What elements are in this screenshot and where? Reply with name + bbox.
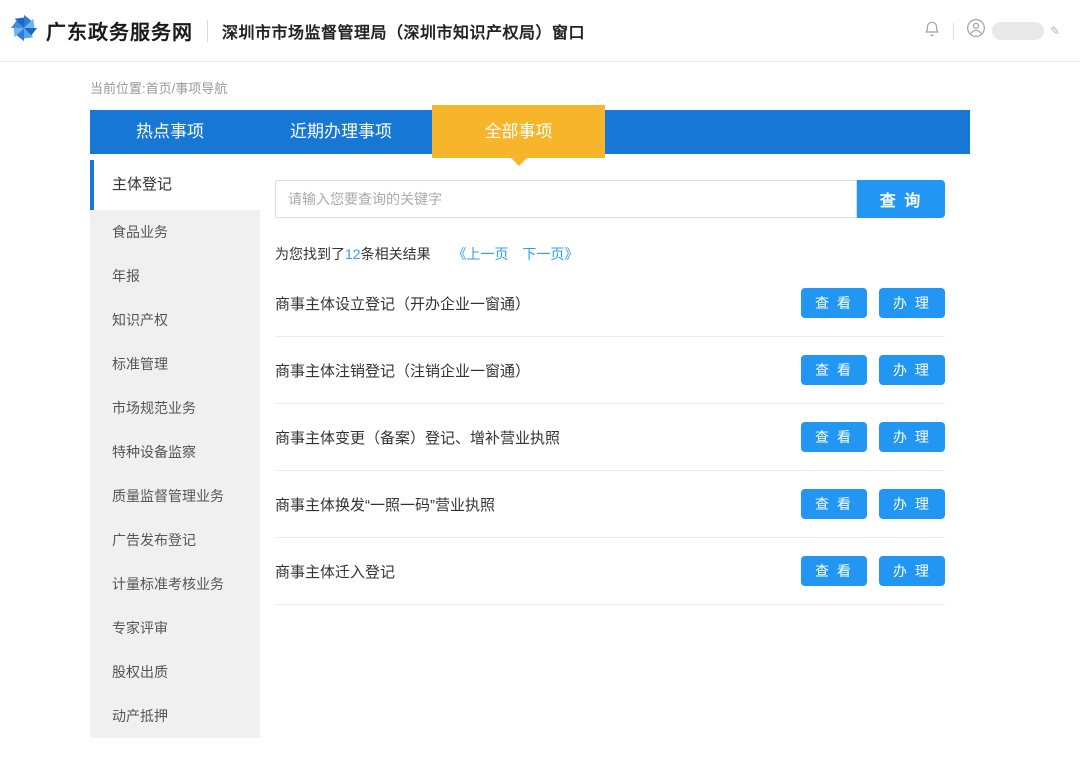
sidebar-item-standard-management[interactable]: 标准管理 xyxy=(90,342,260,386)
view-button[interactable]: 查 看 xyxy=(801,489,867,519)
result-actions: 查 看 办 理 xyxy=(801,422,945,452)
main-layout: 主体登记 食品业务 年报 知识产权 标准管理 市场规范业务 特种设备监察 质量监… xyxy=(90,160,970,738)
header-divider xyxy=(207,20,208,42)
result-actions: 查 看 办 理 xyxy=(801,556,945,586)
result-count: 12 xyxy=(345,246,361,262)
prev-page-link[interactable]: 《上一页 xyxy=(452,244,508,264)
header-separator xyxy=(953,23,954,39)
category-sidebar: 主体登记 食品业务 年报 知识产权 标准管理 市场规范业务 特种设备监察 质量监… xyxy=(90,160,260,738)
result-title: 商事主体换发“一照一码”营业执照 xyxy=(275,494,495,515)
search-input[interactable] xyxy=(275,180,857,218)
user-account-menu[interactable]: ✎ xyxy=(966,18,1060,43)
search-bar: 查 询 xyxy=(275,180,945,218)
result-title: 商事主体迁入登记 xyxy=(275,561,395,582)
result-row: 商事主体换发“一照一码”营业执照 查 看 办 理 xyxy=(275,471,945,538)
sidebar-item-metrology-assessment[interactable]: 计量标准考核业务 xyxy=(90,562,260,606)
sidebar-item-food-business[interactable]: 食品业务 xyxy=(90,210,260,254)
username-redacted xyxy=(992,22,1044,40)
header-actions: ✎ xyxy=(923,18,1060,43)
breadcrumb: 当前位置:首页/事项导航 xyxy=(90,78,1080,96)
sidebar-item-chattel-mortgage[interactable]: 动产抵押 xyxy=(90,694,260,738)
sidebar-item-ad-publishing[interactable]: 广告发布登记 xyxy=(90,518,260,562)
view-button[interactable]: 查 看 xyxy=(801,288,867,318)
result-row: 商事主体注销登记（注销企业一窗通） 查 看 办 理 xyxy=(275,337,945,404)
result-row: 商事主体变更（备案）登记、增补营业执照 查 看 办 理 xyxy=(275,404,945,471)
next-page-link[interactable]: 下一页》 xyxy=(522,244,578,264)
sidebar-item-subject-registration[interactable]: 主体登记 xyxy=(90,160,260,210)
result-title: 商事主体变更（备案）登记、增补营业执照 xyxy=(275,427,560,448)
sidebar-item-annual-report[interactable]: 年报 xyxy=(90,254,260,298)
tab-bar: 热点事项 近期办理事项 全部事项 xyxy=(90,110,970,154)
result-actions: 查 看 办 理 xyxy=(801,288,945,318)
sidebar-item-expert-review[interactable]: 专家评审 xyxy=(90,606,260,650)
tab-hot-items[interactable]: 热点事项 xyxy=(90,110,250,154)
handle-button[interactable]: 办 理 xyxy=(879,489,945,519)
result-title: 商事主体设立登记（开办企业一窗通） xyxy=(275,293,530,314)
notification-bell-button[interactable] xyxy=(923,20,941,41)
sidebar-item-special-equipment[interactable]: 特种设备监察 xyxy=(90,430,260,474)
result-actions: 查 看 办 理 xyxy=(801,489,945,519)
result-row: 商事主体设立登记（开办企业一窗通） 查 看 办 理 xyxy=(275,270,945,337)
sidebar-item-market-regulation[interactable]: 市场规范业务 xyxy=(90,386,260,430)
result-actions: 查 看 办 理 xyxy=(801,355,945,385)
result-list: 商事主体设立登记（开办企业一窗通） 查 看 办 理 商事主体注销登记（注销企业一… xyxy=(275,270,945,605)
sidebar-item-equity-pledge[interactable]: 股权出质 xyxy=(90,650,260,694)
result-title: 商事主体注销登记（注销企业一窗通） xyxy=(275,360,530,381)
handle-button[interactable]: 办 理 xyxy=(879,422,945,452)
tab-all-items-active[interactable]: 全部事项 xyxy=(432,105,605,158)
window-title: 深圳市市场监督管理局（深圳市知识产权局）窗口 xyxy=(222,19,585,43)
bell-icon xyxy=(923,20,941,41)
view-button[interactable]: 查 看 xyxy=(801,422,867,452)
edit-pencil-icon: ✎ xyxy=(1050,24,1060,38)
handle-button[interactable]: 办 理 xyxy=(879,288,945,318)
app-header: 广东政务服务网 深圳市市场监督管理局（深圳市知识产权局）窗口 ✎ xyxy=(0,0,1080,62)
brand-name: 广东政务服务网 xyxy=(46,16,193,45)
handle-button[interactable]: 办 理 xyxy=(879,556,945,586)
brand-logo-link[interactable]: 广东政务服务网 xyxy=(10,14,193,47)
view-button[interactable]: 查 看 xyxy=(801,556,867,586)
summary-prefix: 为您找到了 xyxy=(275,246,345,262)
sidebar-item-intellectual-property[interactable]: 知识产权 xyxy=(90,298,260,342)
tab-recent-items[interactable]: 近期办理事项 xyxy=(250,110,432,154)
sidebar-item-quality-supervision[interactable]: 质量监督管理业务 xyxy=(90,474,260,518)
gdzwfw-pinwheel-logo-icon xyxy=(10,14,38,47)
view-button[interactable]: 查 看 xyxy=(801,355,867,385)
content-panel: 查 询 为您找到了12条相关结果 《上一页 下一页》 商事主体设立登记（开办企业… xyxy=(275,160,945,605)
summary-suffix: 条相关结果 xyxy=(361,246,431,262)
result-summary: 为您找到了12条相关结果 《上一页 下一页》 xyxy=(275,244,945,262)
search-button[interactable]: 查 询 xyxy=(857,180,945,218)
result-row: 商事主体迁入登记 查 看 办 理 xyxy=(275,538,945,605)
handle-button[interactable]: 办 理 xyxy=(879,355,945,385)
user-avatar-icon xyxy=(966,18,986,43)
